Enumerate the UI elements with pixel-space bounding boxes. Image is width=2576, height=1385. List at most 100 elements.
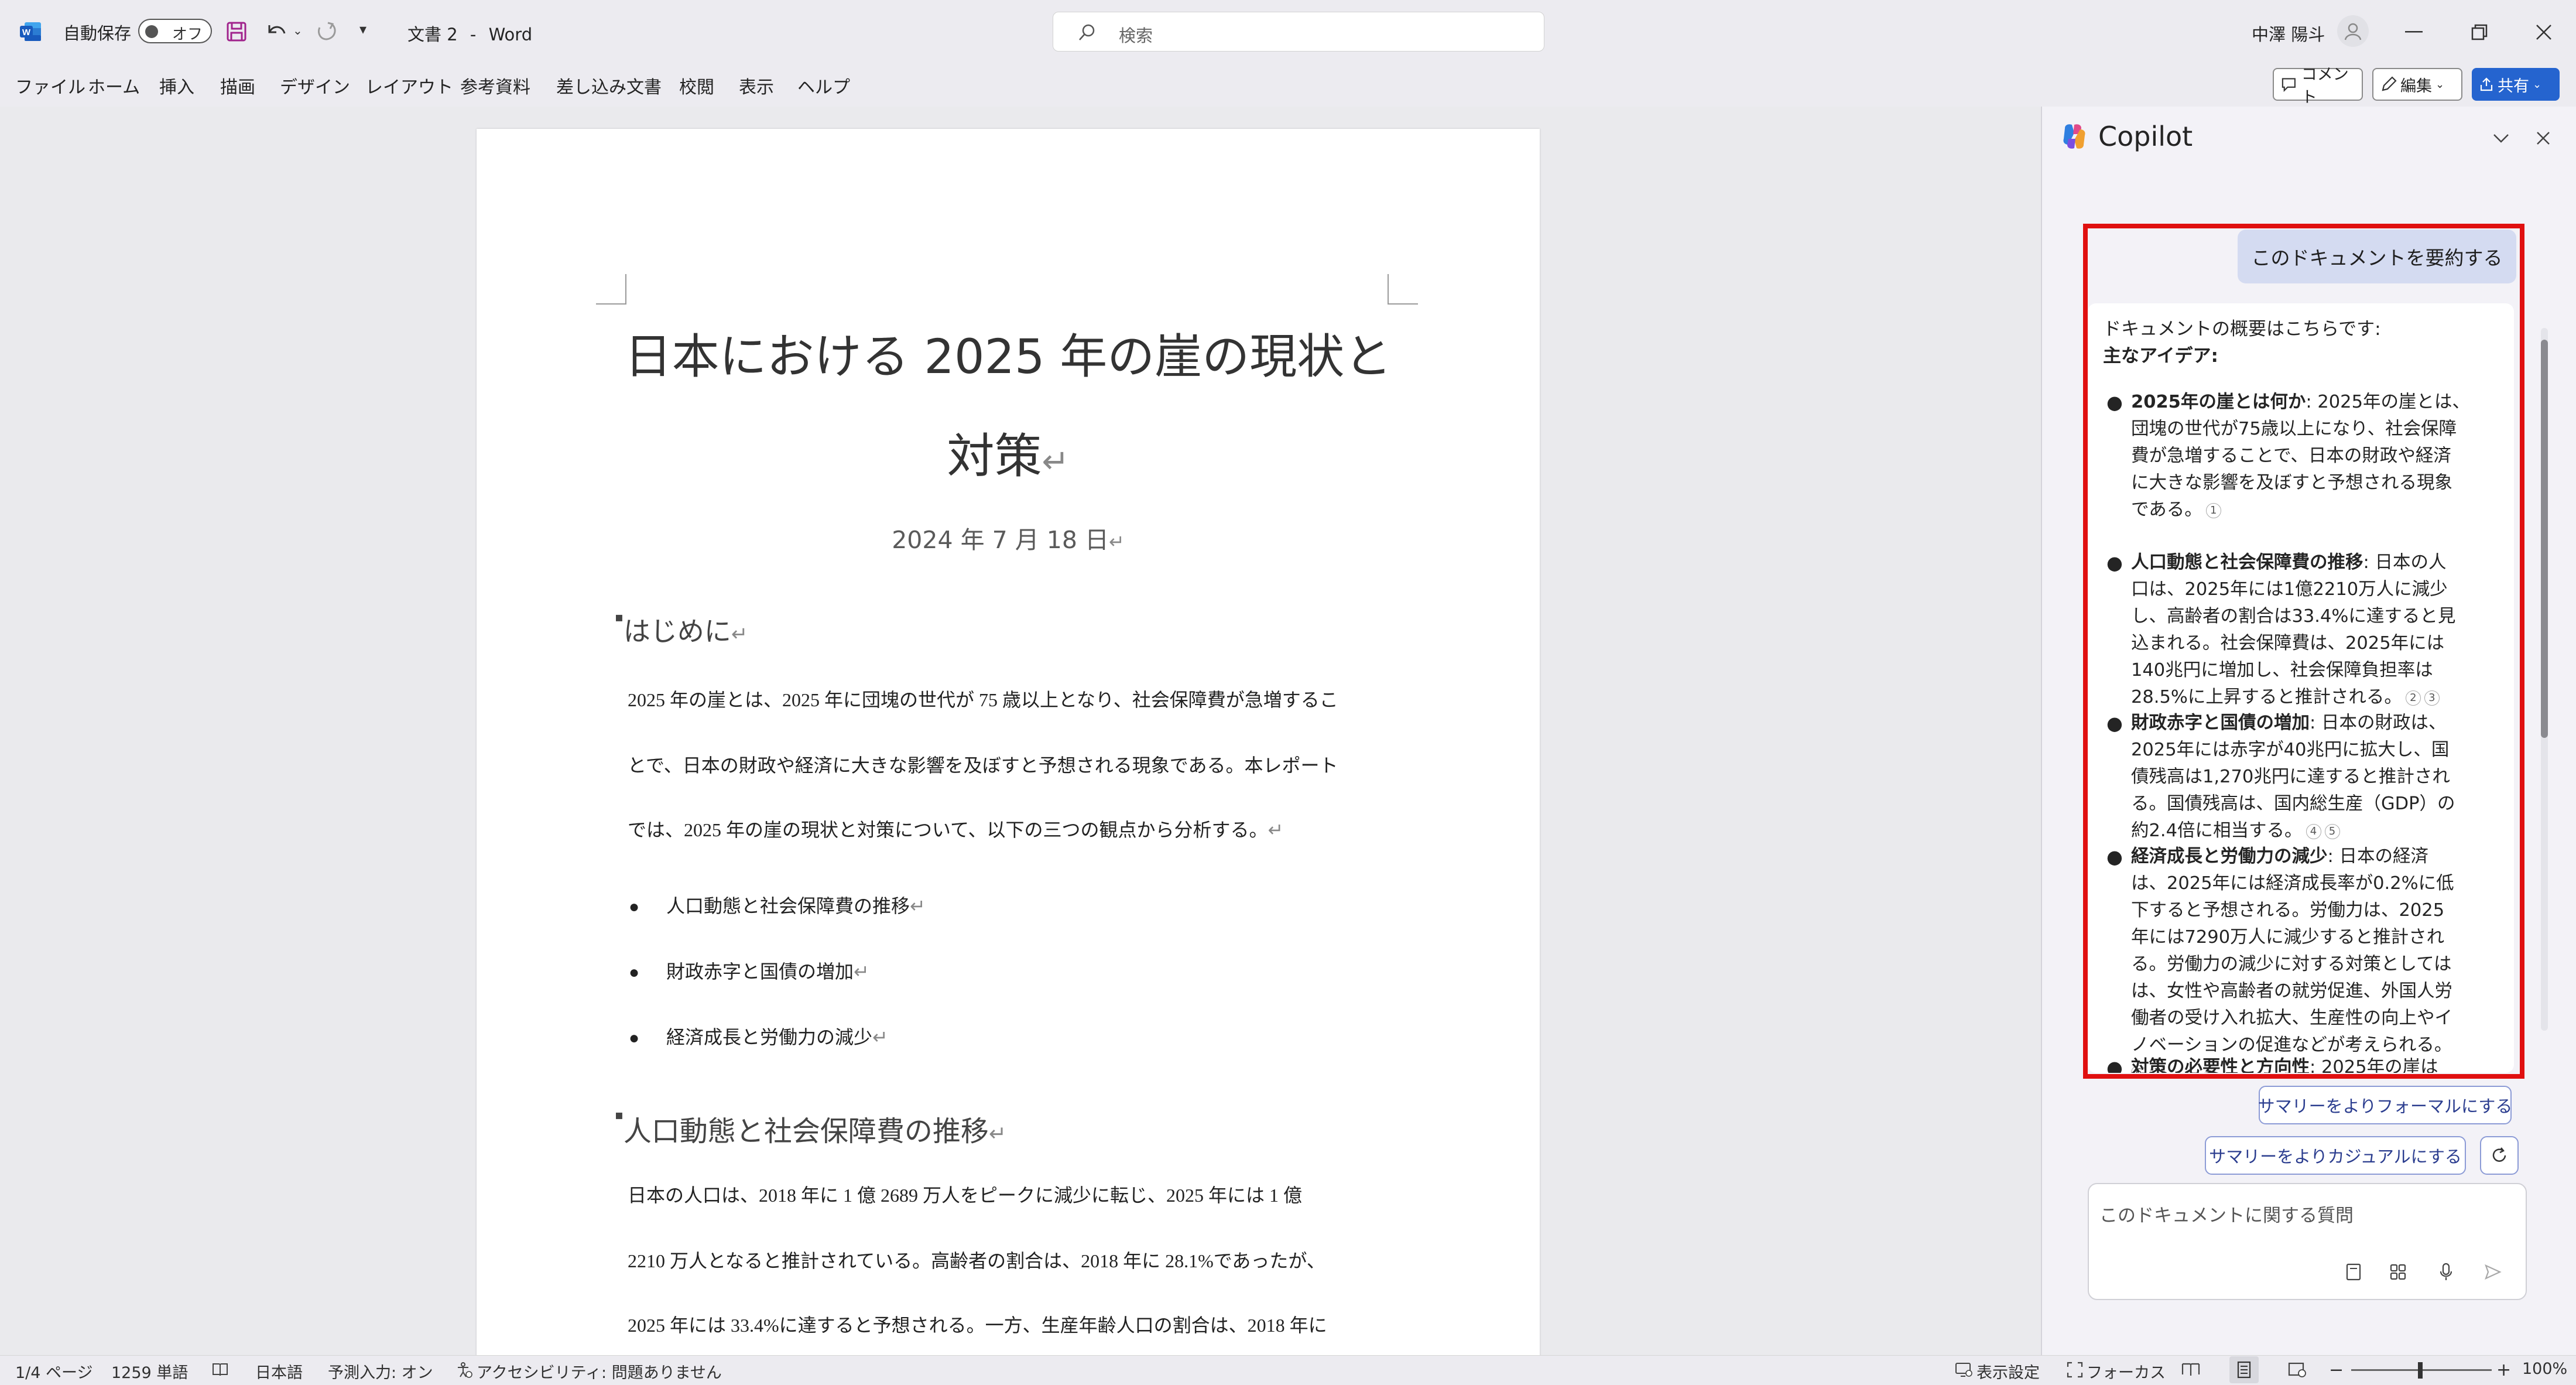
composer-placeholder: このドキュメントに関する質問 xyxy=(2099,1205,2354,1226)
heading-population: ▪人口動態と社会保障費の推移↵ xyxy=(615,1108,1006,1149)
display-settings-icon[interactable] xyxy=(1953,1360,1974,1380)
tab-draw[interactable]: 描画 xyxy=(220,73,255,98)
customize-toolbar-icon[interactable]: ▾ xyxy=(359,21,366,37)
heading-intro-text: はじめに xyxy=(623,615,731,647)
comment-label: コメント xyxy=(2301,66,2349,107)
collapse-pane-icon[interactable] xyxy=(2488,125,2514,151)
intro-line-3-text: では、2025 年の崖の現状と対策について、以下の三つの観点から分析する。 xyxy=(628,819,1268,840)
regenerate-icon[interactable] xyxy=(2480,1136,2519,1175)
minimize-icon[interactable] xyxy=(2393,18,2434,47)
chip-formal[interactable]: サマリーをよりフォーマルにする xyxy=(2258,1086,2512,1124)
focus-icon[interactable] xyxy=(2064,1360,2085,1380)
apps-icon[interactable] xyxy=(2385,1259,2411,1285)
word-count[interactable]: 1259 単語 xyxy=(111,1360,188,1383)
restore-icon[interactable] xyxy=(2459,18,2500,47)
web-layout-icon[interactable] xyxy=(2286,1360,2309,1380)
autosave-state: オフ xyxy=(172,26,203,43)
word-app-icon[interactable]: W xyxy=(20,21,42,42)
autosave-toggle[interactable]: オフ xyxy=(138,19,212,43)
bullet-item-1-text: 人口動態と社会保障費の推移 xyxy=(666,895,910,917)
undo-icon[interactable] xyxy=(263,19,289,43)
tab-help[interactable]: ヘルプ xyxy=(797,73,850,98)
tab-references[interactable]: 参考資料 xyxy=(460,73,530,98)
close-pane-icon[interactable] xyxy=(2530,125,2556,151)
heading-population-text: 人口動態と社会保障費の推移 xyxy=(623,1115,989,1148)
scrollbar-track[interactable] xyxy=(2541,328,2548,1031)
doc-title-line-1: 日本における 2025 年の崖の現状と xyxy=(624,330,1392,385)
body-line-2: 2210 万人となると推計されている。高齢者の割合は、2018 年に 28.1%… xyxy=(628,1250,1325,1271)
edit-mode-button[interactable]: 編集 ⌄ xyxy=(2372,68,2462,101)
bullet-item-2: ● 財政赤字と国債の増加↵ xyxy=(629,957,869,984)
accessibility-icon[interactable] xyxy=(454,1360,474,1380)
display-settings[interactable]: 表示設定 xyxy=(1976,1360,2040,1383)
bullet-item-2-text: 財政赤字と国債の増加 xyxy=(666,961,854,982)
share-icon xyxy=(2480,77,2493,91)
tab-mailings[interactable]: 差し込み文書 xyxy=(556,73,662,98)
comment-button[interactable]: コメント xyxy=(2273,66,2363,107)
heading-intro: ▪はじめに↵ xyxy=(615,610,748,649)
tab-layout[interactable]: レイアウト xyxy=(365,73,453,98)
intro-line-3: では、2025 年の崖の現状と対策について、以下の三つの観点から分析する。↵ xyxy=(628,815,1283,842)
search-icon xyxy=(1077,23,1097,43)
notebook-icon[interactable] xyxy=(2341,1259,2366,1285)
doc-name: 文書 2 xyxy=(407,25,458,45)
search-placeholder: 検索 xyxy=(1119,26,1153,46)
focus-mode[interactable]: フォーカス xyxy=(2087,1360,2166,1383)
body-line-1: 日本の人口は、2018 年に 1 億 2689 万人をピークに減少に転じ、202… xyxy=(628,1185,1303,1206)
close-window-icon[interactable] xyxy=(2523,18,2564,47)
paragraph-mark: ↵ xyxy=(854,961,869,982)
document-page[interactable]: 日本における 2025 年の崖の現状と 対策↵ 2024 年 7 月 18 日 ↵… xyxy=(477,129,1540,1359)
share-button[interactable]: 共有 ⌄ xyxy=(2472,68,2560,101)
read-mode-icon[interactable] xyxy=(2179,1360,2202,1380)
crop-mark-left xyxy=(596,274,626,305)
tab-design[interactable]: デザイン xyxy=(280,73,350,98)
doc-title-line-2: 対策↵ xyxy=(477,418,1540,487)
tab-file[interactable]: ファイル xyxy=(15,73,85,98)
prompt-composer[interactable]: このドキュメントに関する質問 xyxy=(2088,1183,2527,1300)
tab-home[interactable]: ホーム xyxy=(88,73,140,98)
autosave-label: 自動保存 xyxy=(63,23,132,43)
page-count[interactable]: 1/4 ページ xyxy=(15,1360,93,1383)
user-name[interactable]: 中澤 陽斗 xyxy=(2252,21,2325,46)
text-predictions[interactable]: 予測入力: オン xyxy=(328,1360,433,1383)
zoom-slider[interactable] xyxy=(2351,1362,2492,1379)
svg-text:W: W xyxy=(22,28,31,37)
document-title: 文書 2 - Word xyxy=(407,21,532,46)
redo-icon[interactable] xyxy=(314,19,340,43)
search-box[interactable]: 検索 xyxy=(1053,12,1544,52)
chip-casual[interactable]: サマリーをよりカジュアルにする xyxy=(2205,1136,2466,1175)
proofing-icon[interactable] xyxy=(210,1360,231,1380)
heading-marker: ▪ xyxy=(615,610,624,625)
save-icon[interactable] xyxy=(225,20,248,43)
paragraph-mark: ↵ xyxy=(731,623,748,646)
zoom-level[interactable]: 100% xyxy=(2522,1360,2567,1378)
zoom-out-button[interactable]: − xyxy=(2329,1360,2344,1380)
toggle-knob xyxy=(145,25,158,38)
bullet-item-1: ● 人口動態と社会保障費の推移↵ xyxy=(629,891,926,918)
language-indicator[interactable]: 日本語 xyxy=(255,1360,303,1383)
microphone-icon[interactable] xyxy=(2433,1259,2459,1285)
user-avatar-icon[interactable] xyxy=(2337,15,2369,47)
zoom-in-button[interactable]: + xyxy=(2496,1360,2511,1380)
highlight-box xyxy=(2083,224,2524,1079)
tab-review[interactable]: 校閲 xyxy=(679,73,714,98)
bullet-item-3: ● 経済成長と労働力の減少↵ xyxy=(629,1022,888,1049)
send-icon[interactable] xyxy=(2480,1259,2506,1285)
crop-mark-right xyxy=(1388,274,1418,305)
paragraph-mark: ↵ xyxy=(872,1027,888,1048)
scrollbar-thumb[interactable] xyxy=(2541,340,2548,738)
copilot-title: Copilot xyxy=(2098,121,2193,152)
print-layout-icon[interactable] xyxy=(2229,1356,2259,1383)
paragraph-mark: ↵ xyxy=(910,895,926,917)
doc-date-text: 2024 年 7 月 18 日 xyxy=(892,526,1109,554)
tab-view[interactable]: 表示 xyxy=(739,73,774,98)
app-name: Word xyxy=(488,25,533,45)
paragraph-mark: ↵ xyxy=(1268,819,1284,840)
zoom-slider-thumb[interactable] xyxy=(2418,1362,2423,1379)
tab-insert[interactable]: 挿入 xyxy=(159,73,194,98)
undo-dropdown-icon[interactable]: ⌄ xyxy=(293,23,303,37)
edit-label: 編集 xyxy=(2400,77,2432,95)
accessibility-status[interactable]: アクセシビリティ: 問題ありません xyxy=(477,1360,722,1383)
bullet-dot: ● xyxy=(629,897,640,917)
intro-line-2: とで、日本の財政や経済に大きな影響を及ぼすと予想される現象である。本レポート xyxy=(628,755,1338,776)
